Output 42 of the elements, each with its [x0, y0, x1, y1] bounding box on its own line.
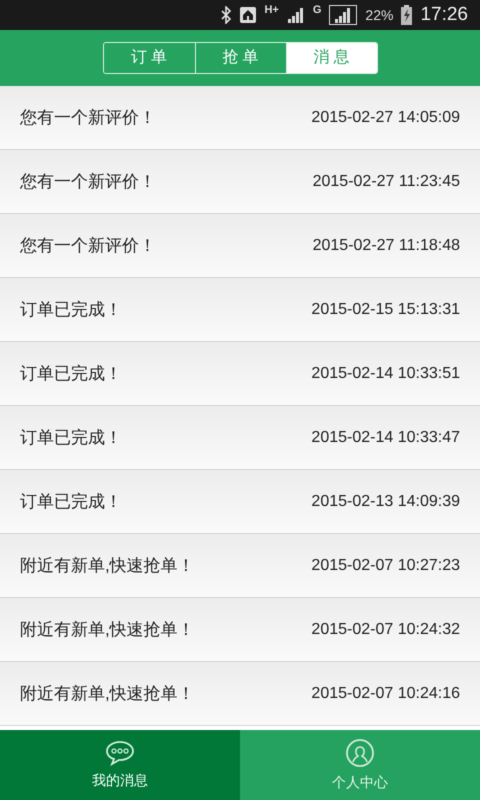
message-time: 2015-02-13 14:09:39	[311, 492, 460, 512]
message-row[interactable]: 您有一个新评价！ 2015-02-27 14:05:09	[0, 86, 480, 150]
clock: 17:26	[420, 2, 468, 27]
message-text: 附近有新单,快速抢单！	[20, 682, 195, 705]
message-row[interactable]: 订单已完成！ 2015-02-14 10:33:47	[0, 406, 480, 470]
message-time: 2015-02-27 11:18:48	[312, 236, 460, 256]
message-time: 2015-02-14 10:33:47	[311, 428, 460, 448]
message-time: 2015-02-27 14:05:09	[311, 108, 460, 128]
message-row[interactable]: 订单已完成！ 2015-02-15 15:13:31	[0, 278, 480, 342]
person-icon	[345, 738, 375, 768]
message-text: 您有一个新评价！	[20, 170, 156, 193]
message-time: 2015-02-07 10:27:23	[311, 556, 460, 576]
battery-percent: 22%	[365, 6, 394, 24]
message-text: 订单已完成！	[20, 298, 122, 321]
message-row[interactable]: 附近有新单,快速抢单！ 2015-02-07 10:24:16	[0, 662, 480, 726]
battery-charging-icon	[401, 5, 412, 25]
message-row[interactable]: 订单已完成！ 2015-02-14 10:33:51	[0, 342, 480, 406]
message-time: 2015-02-07 10:24:16	[311, 684, 460, 704]
message-text: 您有一个新评价！	[20, 106, 156, 129]
message-text: 订单已完成！	[20, 426, 122, 449]
network-label: H+	[264, 3, 279, 18]
message-text: 附近有新单,快速抢单！	[20, 554, 195, 577]
message-time: 2015-02-07 10:24:32	[311, 620, 460, 640]
message-time: 2015-02-15 15:13:31	[311, 300, 460, 320]
message-row[interactable]: 订单已完成！ 2015-02-13 14:09:39	[0, 470, 480, 534]
chat-icon	[105, 740, 135, 766]
message-text: 订单已完成！	[20, 490, 122, 513]
message-row[interactable]: 您有一个新评价！ 2015-02-27 11:23:45	[0, 150, 480, 214]
signal-icon	[329, 5, 358, 25]
message-text: 您有一个新评价！	[20, 234, 156, 257]
message-time: 2015-02-14 10:33:51	[311, 364, 460, 384]
home-icon	[240, 7, 256, 23]
network-label: G	[312, 3, 322, 18]
message-time: 2015-02-27 11:23:45	[312, 172, 460, 192]
signal-icon	[286, 7, 305, 23]
nav-tab[interactable]: 我的消息	[0, 730, 240, 800]
message-text: 订单已完成！	[20, 362, 122, 385]
message-row[interactable]: 附近有新单,快速抢单！ 2015-02-07 10:24:32	[0, 598, 480, 662]
message-text: 附近有新单,快速抢单！	[20, 618, 195, 641]
bluetooth-icon	[220, 6, 232, 24]
message-row[interactable]: 您有一个新评价！ 2015-02-27 11:18:48	[0, 214, 480, 278]
message-row[interactable]: 附近有新单,快速抢单！ 2015-02-07 10:27:23	[0, 534, 480, 598]
